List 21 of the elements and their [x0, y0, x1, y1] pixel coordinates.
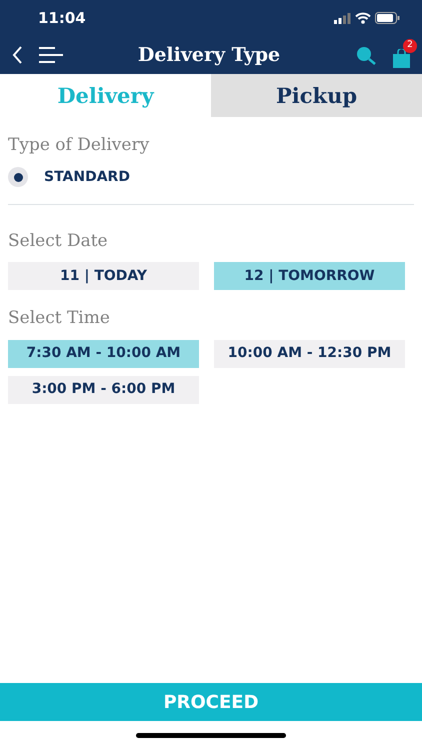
- section-heading: Select Time: [8, 307, 111, 330]
- battery-icon: [375, 12, 400, 24]
- time-option[interactable]: 7:30 AM - 10:00 AM: [8, 340, 199, 368]
- clock: 11:04: [38, 8, 86, 29]
- section-heading: Type of Delivery: [8, 134, 150, 157]
- cart-badge: 2: [403, 38, 417, 52]
- tab[interactable]: Pickup: [211, 74, 422, 117]
- date-option[interactable]: 11 | TODAY: [8, 262, 199, 290]
- radio-button[interactable]: [8, 167, 28, 187]
- page-title: Delivery Type: [136, 42, 282, 68]
- wifi-icon: [355, 12, 371, 24]
- section-heading: Select Date: [8, 230, 109, 252]
- menu-icon[interactable]: [39, 47, 63, 63]
- radio-label: STANDARD: [44, 168, 130, 186]
- time-option[interactable]: 3:00 PM - 6:00 PM: [8, 376, 199, 404]
- date-option[interactable]: 12 | TOMORROW: [214, 262, 405, 290]
- back-icon[interactable]: [12, 46, 23, 64]
- bag-icon[interactable]: [393, 48, 410, 68]
- signal-icon: [334, 12, 351, 24]
- search-icon[interactable]: [355, 45, 377, 65]
- time-option[interactable]: 10:00 AM - 12:30 PM: [214, 340, 405, 368]
